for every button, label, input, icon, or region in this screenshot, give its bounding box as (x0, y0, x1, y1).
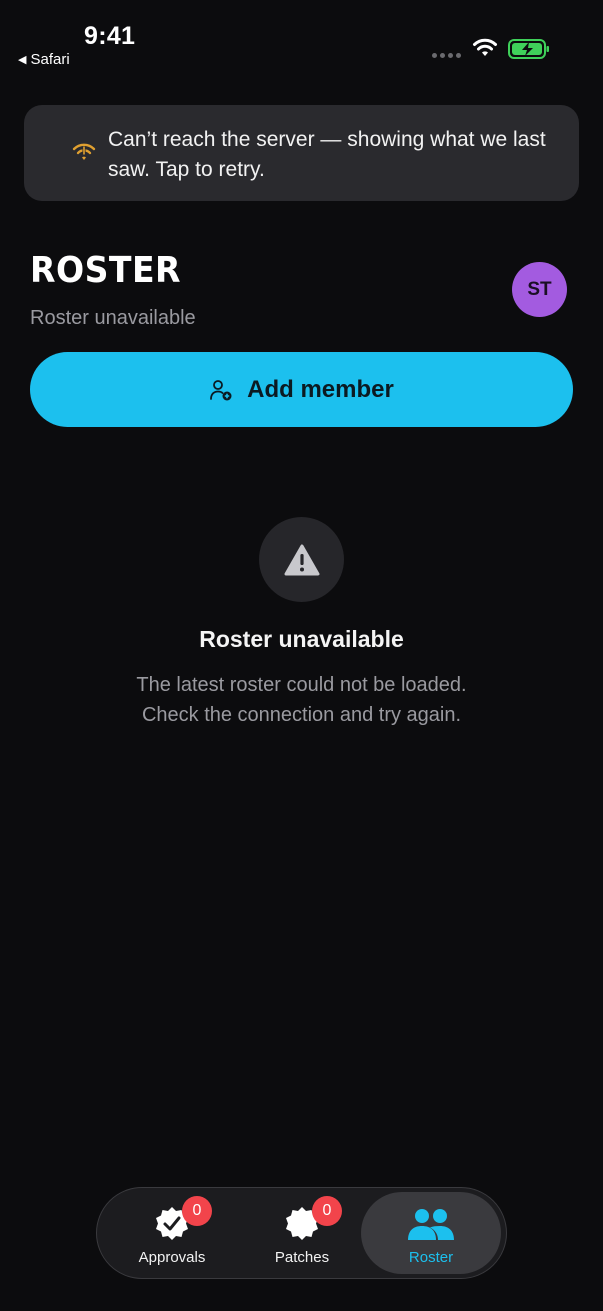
people-icon (405, 1204, 457, 1244)
warning-icon (284, 544, 319, 575)
back-arrow-icon: ◀ (18, 54, 27, 66)
empty-state-icon-circle (259, 517, 344, 602)
offline-banner[interactable]: Can’t reach the server — showing what we… (24, 105, 579, 201)
page-title: ROSTER (30, 250, 181, 291)
patch-badge-icon: 0 (282, 1196, 342, 1244)
add-member-label: Add member (247, 375, 394, 403)
page-subtitle: Roster unavailable (30, 307, 196, 329)
wifi-icon (473, 38, 497, 56)
empty-state-line-1: The latest roster could not be loaded. (136, 674, 467, 696)
tab-approvals-label: Approvals (138, 1249, 206, 1266)
empty-state-line-2: Check the connection and try again. (141, 704, 462, 726)
tab-approvals[interactable]: 0 Approvals (107, 1192, 237, 1274)
approvals-count-badge: 0 (182, 1196, 212, 1226)
approval-badge-icon: 0 (152, 1196, 212, 1244)
cellular-signal-icon (432, 53, 461, 58)
tab-patches-label: Patches (274, 1249, 330, 1266)
roster-screen: 9:41 ◀ Safari Can’t reach the server — s… (0, 0, 603, 1311)
tab-patches[interactable]: 0 Patches (237, 1192, 367, 1274)
patches-count-badge: 0 (312, 1196, 342, 1226)
offline-banner-message: Can’t reach the server — showing what we… (108, 128, 546, 181)
back-to-app-button[interactable]: ◀ Safari (18, 51, 70, 68)
status-time: 9:41 (84, 22, 136, 50)
back-app-label: Safari (30, 51, 70, 68)
avatar[interactable]: ST (512, 262, 567, 317)
wifi-off-icon (72, 143, 96, 160)
tab-roster[interactable]: Roster (361, 1192, 501, 1274)
add-user-icon (210, 379, 232, 400)
empty-state-description: The latest roster could not be loaded. C… (0, 670, 603, 730)
tab-bar: 0 Approvals 0 Patches Roster (96, 1187, 507, 1279)
empty-state-title: Roster unavailable (199, 626, 404, 652)
tab-roster-label: Roster (408, 1249, 454, 1266)
battery-charging-icon (508, 39, 549, 59)
add-member-button[interactable]: Add member (30, 352, 573, 427)
